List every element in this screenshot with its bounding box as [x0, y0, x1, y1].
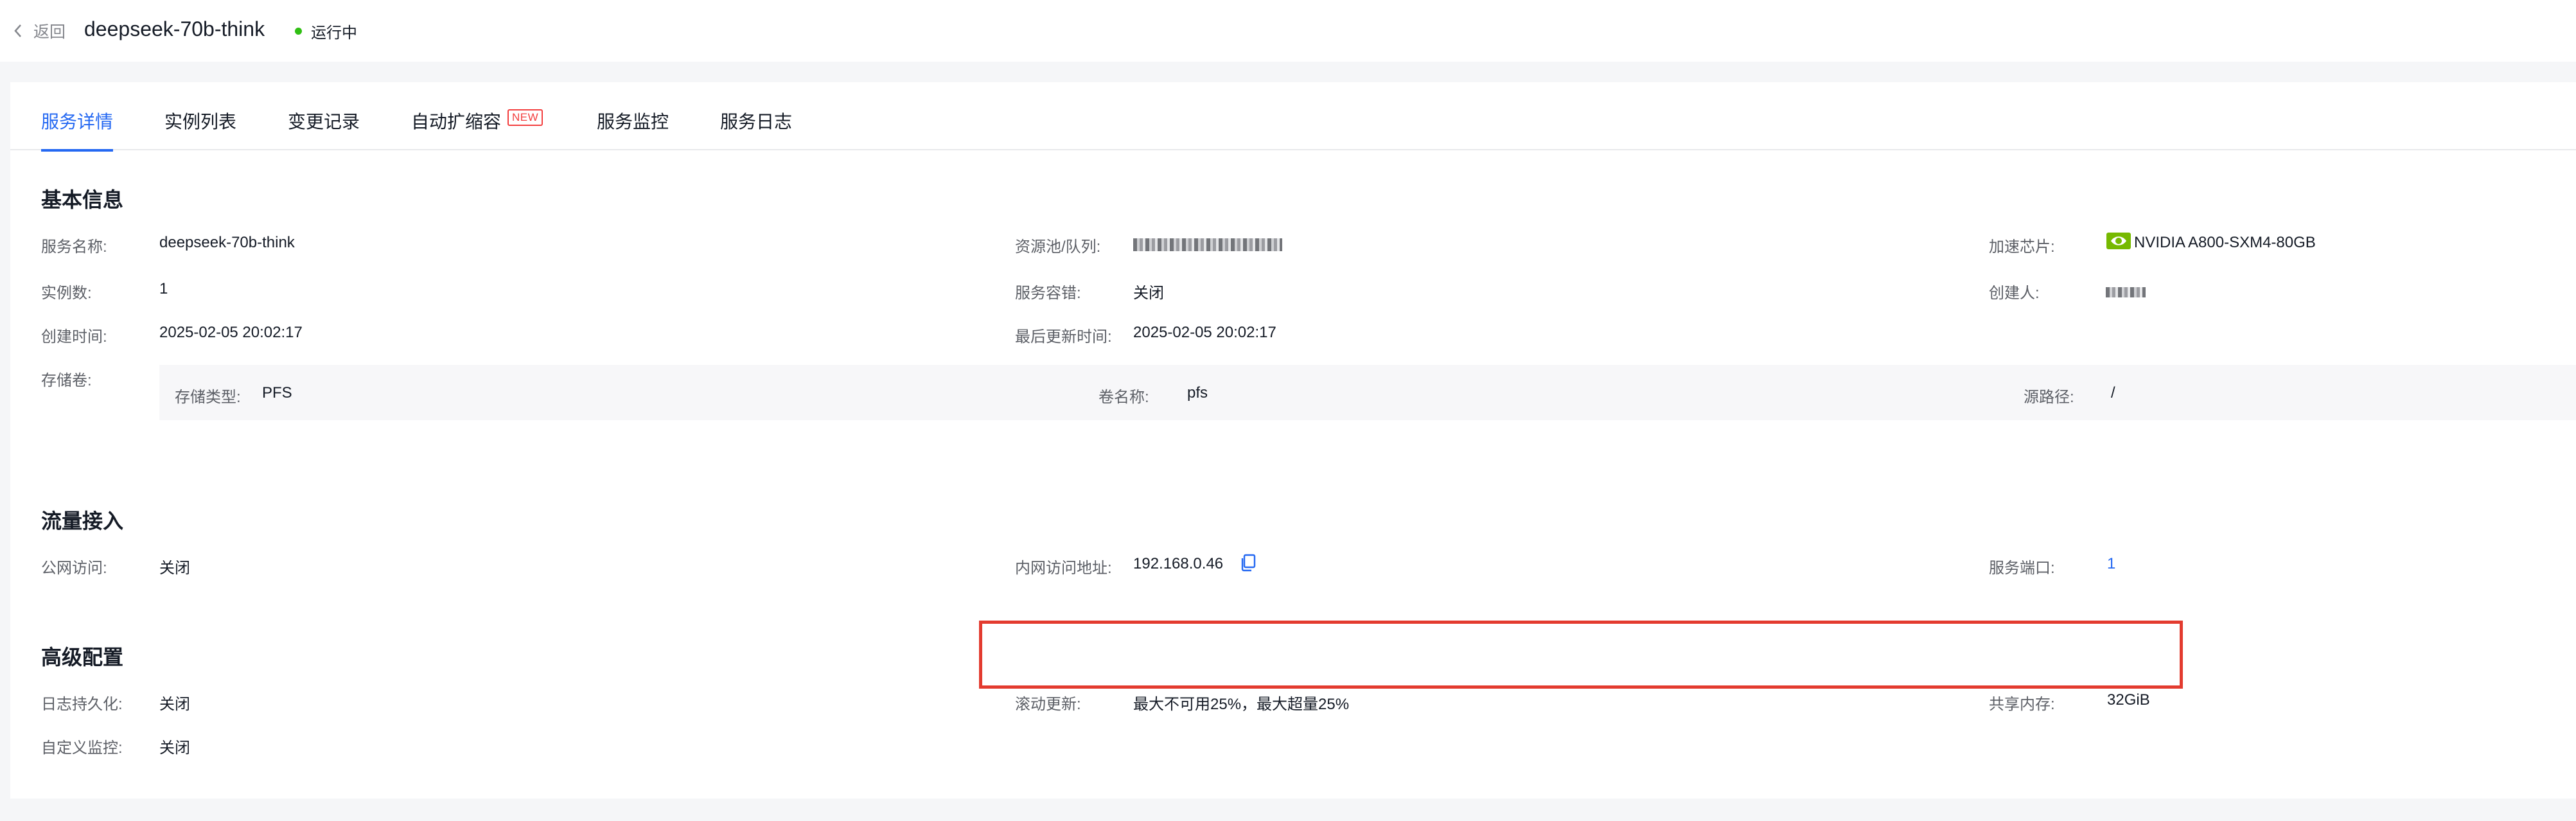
creator-label: 创建人: — [1989, 285, 2040, 302]
back-label: 返回 — [33, 23, 66, 41]
shared-memory-value: 32GiB — [2107, 691, 2150, 709]
service-detail-card: 服务详情 实例列表 变更记录 自动扩缩容 NEW 服务监控 服务日志 基本信息 … — [10, 82, 2576, 799]
service-name-label: 服务名称: — [41, 238, 107, 256]
tab-change-log[interactable]: 变更记录 — [288, 108, 360, 150]
custom-monitor-value: 关闭 — [159, 739, 190, 757]
resource-pool-value-redacted — [1133, 235, 1282, 253]
instances-label: 实例数: — [41, 285, 92, 302]
chip-value: NVIDIA A800-SXM4-80GB — [2134, 234, 2316, 251]
updated-time-value: 2025-02-05 20:02:17 — [1133, 324, 1276, 341]
rolling-update-label: 滚动更新: — [1015, 696, 1081, 713]
volume-name-value: pfs — [1187, 384, 1208, 402]
fault-tolerance-label: 服务容错: — [1015, 285, 1081, 302]
status-text: 运行中 — [311, 24, 357, 42]
volume-label: 存储卷: — [41, 372, 92, 389]
storage-type-value: PFS — [262, 384, 292, 402]
copy-icon[interactable] — [1240, 554, 1257, 572]
status-badge: 运行中 — [295, 21, 357, 42]
resource-pool-label: 资源池/队列: — [1015, 238, 1101, 256]
created-time-value: 2025-02-05 20:02:17 — [159, 324, 303, 341]
tab-autoscaling[interactable]: 自动扩缩容 NEW — [411, 108, 543, 150]
public-access-value: 关闭 — [159, 560, 190, 577]
page-bottom-background — [0, 799, 2576, 821]
rolling-update-value: 最大不可用25%，最大超量25% — [1133, 696, 1350, 713]
tab-service-log[interactable]: 服务日志 — [720, 108, 792, 150]
service-port-label: 服务端口: — [1989, 560, 2055, 577]
public-access-label: 公网访问: — [41, 560, 107, 577]
section-title-traffic: 流量接入 — [41, 509, 124, 533]
shared-memory-label: 共享内存: — [1989, 696, 2055, 713]
section-title-basic: 基本信息 — [41, 188, 124, 211]
source-path-label: 源路径: — [2024, 389, 2074, 406]
service-name-value: deepseek-70b-think — [159, 234, 295, 251]
service-port-value[interactable]: 1 — [2107, 555, 2115, 573]
tab-instance-list[interactable]: 实例列表 — [164, 108, 236, 150]
fault-tolerance-value: 关闭 — [1133, 285, 1164, 302]
nvidia-icon — [2106, 233, 2131, 249]
storage-type-label: 存储类型: — [175, 389, 241, 406]
page-title: deepseek-70b-think — [84, 17, 265, 40]
new-badge: NEW — [507, 109, 543, 126]
status-dot-icon — [295, 27, 302, 35]
internal-address-label: 内网访问地址: — [1015, 560, 1112, 577]
source-path-value: / — [2111, 384, 2115, 402]
page-header: 返回 deepseek-70b-think 运行中 — [0, 0, 2576, 62]
updated-time-label: 最后更新时间: — [1015, 328, 1112, 346]
tab-service-monitor[interactable]: 服务监控 — [597, 108, 669, 150]
log-persistence-value: 关闭 — [159, 696, 190, 713]
back-button[interactable]: 返回 — [13, 19, 66, 42]
tab-service-detail[interactable]: 服务详情 — [41, 108, 114, 152]
volume-name-label: 卷名称: — [1098, 389, 1149, 406]
internal-address-value: 192.168.0.46 — [1133, 555, 1224, 572]
instances-value: 1 — [159, 280, 168, 297]
highlight-annotation-box — [979, 621, 2183, 689]
created-time-label: 创建时间: — [41, 328, 107, 346]
tab-bar: 服务详情 实例列表 变更记录 自动扩缩容 NEW 服务监控 服务日志 — [10, 82, 2576, 152]
chevron-left-icon — [13, 19, 27, 42]
creator-value-redacted — [2106, 283, 2146, 301]
section-title-advanced: 高级配置 — [41, 646, 124, 669]
custom-monitor-label: 自定义监控: — [41, 739, 123, 757]
chip-label: 加速芯片: — [1989, 238, 2055, 256]
storage-volume-panel — [159, 365, 2576, 420]
log-persistence-label: 日志持久化: — [41, 696, 123, 713]
